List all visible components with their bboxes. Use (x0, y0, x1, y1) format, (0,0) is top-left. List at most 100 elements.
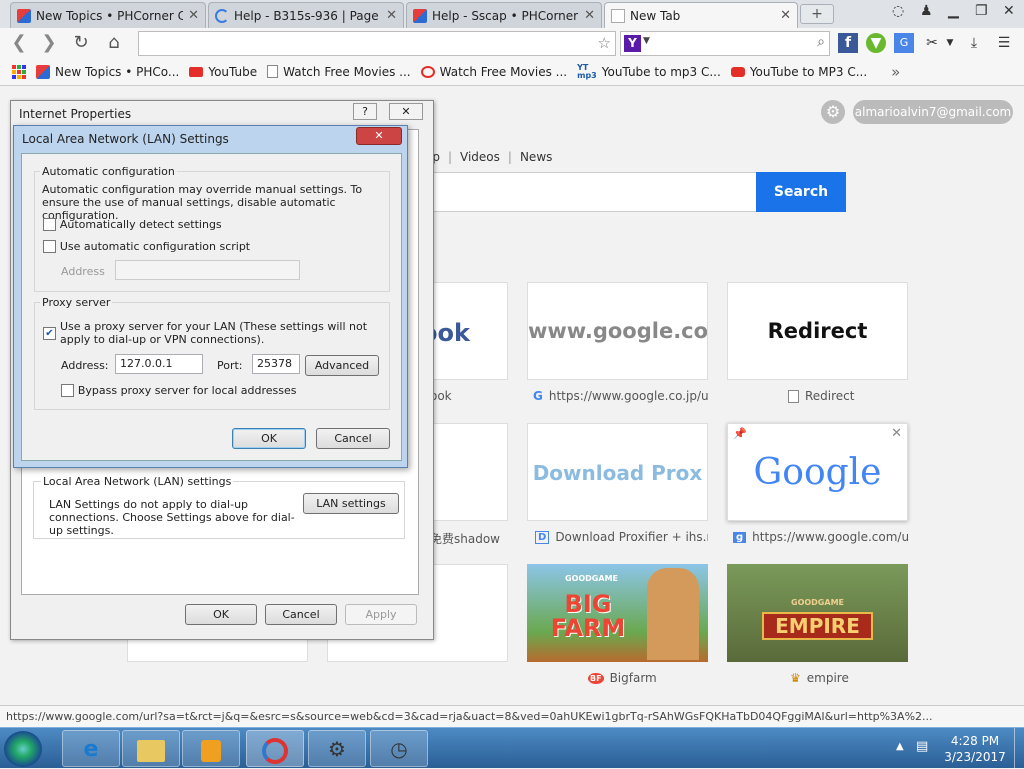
close-button[interactable]: ✕ (389, 103, 423, 120)
adblock-icon[interactable]: ▼ (866, 33, 886, 53)
script-address-input[interactable] (115, 260, 300, 280)
minimize-icon[interactable]: ▁ (948, 3, 959, 19)
tile-caption-text: Download Proxifier + ihs.ra (555, 530, 708, 544)
nav-link-news[interactable]: News (520, 150, 552, 164)
reload-icon[interactable]: ↻ (70, 32, 92, 53)
port-input[interactable]: 25378 (252, 354, 300, 374)
search-box[interactable]: Y ▼ ⌕ (620, 31, 830, 56)
show-desktop-button[interactable] (1014, 728, 1024, 769)
ytmp3-icon: YT mp3 (577, 62, 597, 80)
help-button[interactable]: ? (353, 103, 377, 120)
tile-caption: Redirect (788, 389, 855, 403)
bookmark-item[interactable]: Watch Free Movies ... (420, 65, 567, 79)
tile-caption-text: empire (806, 671, 849, 685)
account-pill[interactable]: almarioalvin7@gmail.com (853, 100, 1013, 124)
back-icon[interactable]: ❮ (8, 32, 30, 53)
tile-google-jp[interactable]: www.google.co (527, 282, 708, 380)
settings-app-icon[interactable]: ⚙ (308, 730, 366, 767)
auto-detect-checkbox[interactable] (43, 218, 56, 231)
google-g-icon: g (733, 531, 747, 543)
bookmark-star-icon[interactable]: ☆ (598, 34, 611, 52)
internet-explorer-icon[interactable]: e (62, 730, 120, 767)
tile-google[interactable]: 📌 ✕ Google (727, 423, 908, 521)
restore-icon[interactable]: ❐ (975, 3, 988, 19)
network-icon[interactable]: ▤ (916, 739, 928, 754)
address-bar[interactable]: ☆ (138, 31, 616, 56)
apps-icon[interactable] (12, 64, 26, 79)
tile-preview-text: Download Prox (532, 461, 703, 485)
start-button[interactable] (4, 731, 42, 767)
bookmark-label: YouTube (208, 64, 258, 79)
file-explorer-icon[interactable] (122, 730, 180, 767)
tile-redirect[interactable]: Redirect (727, 282, 908, 380)
tab-help-sscap[interactable]: Help - Sscap • PHCorner C ✕ (406, 2, 602, 28)
bookmark-item[interactable]: Watch Free Movies ... (267, 65, 411, 79)
forward-icon[interactable]: ❯ (38, 32, 60, 53)
auto-detect-checkbox-row[interactable]: Automatically detect settings (43, 217, 222, 231)
use-proxy-checkbox[interactable]: ✔ (43, 327, 56, 340)
speech-bubble-icon[interactable]: ◌ (892, 3, 904, 19)
gear-icon[interactable]: ⚙ (821, 100, 845, 124)
lan-settings-button[interactable]: LAN settings (303, 493, 399, 514)
shadowsocks-icon[interactable] (246, 730, 304, 767)
person-icon[interactable]: ♟ (920, 3, 933, 19)
pin-icon[interactable]: 📌 (733, 427, 747, 440)
facebook-icon[interactable]: f (838, 33, 858, 53)
chevron-down-icon[interactable]: ▼ (643, 36, 650, 46)
tile-caption: 免费shadow (430, 532, 500, 546)
clock-app-icon[interactable]: ◷ (370, 730, 428, 767)
tile-preview-text: Redirect (767, 319, 868, 343)
close-tab-icon[interactable]: ✕ (386, 8, 397, 23)
nav-link-videos[interactable]: Videos (460, 150, 500, 164)
menu-icon[interactable]: ☰ (994, 33, 1014, 53)
tile-caption: D Download Proxifier + ihs.ra (535, 530, 708, 544)
scissors-icon[interactable]: ✂ (922, 33, 942, 53)
taskbar-clock[interactable]: 4:28 PM 3/23/2017 (940, 733, 1010, 765)
bookmarks-overflow-icon[interactable]: » (891, 63, 900, 81)
auto-script-checkbox[interactable] (43, 240, 56, 253)
close-tab-icon[interactable]: ✕ (584, 8, 595, 23)
tile-download-proxifier[interactable]: Download Prox (527, 423, 708, 521)
tile-bigfarm[interactable]: GOODGAME BIG FARM (527, 564, 708, 662)
page-search-input[interactable] (425, 172, 757, 212)
close-button[interactable]: ✕ (356, 127, 402, 145)
bookmark-item[interactable]: YouTube to MP3 C... (730, 65, 867, 79)
cancel-button[interactable]: Cancel (316, 428, 390, 449)
close-tab-icon[interactable]: ✕ (188, 8, 199, 23)
red-circle-icon (420, 65, 435, 78)
tab-new-topics[interactable]: New Topics • PHCorner C ✕ (10, 2, 206, 28)
apply-button[interactable]: Apply (345, 604, 417, 625)
bypass-checkbox-row[interactable]: Bypass proxy server for local addresses (61, 383, 297, 397)
proxy-address-input[interactable]: 127.0.0.1 (115, 354, 203, 374)
new-tab-button[interactable]: + (800, 4, 834, 24)
tile-empire[interactable]: GOODGAME EMPIRE (727, 564, 908, 662)
search-icon[interactable]: ⌕ (817, 34, 825, 50)
bookmark-item[interactable]: YouTube (189, 65, 257, 79)
checkbox-label: Use a proxy server for your LAN (These s… (60, 320, 368, 346)
tab-help-b315s[interactable]: Help - B315s-936 | Page 3 ✕ (208, 2, 404, 28)
close-window-icon[interactable]: ✕ (1003, 3, 1015, 19)
translate-icon[interactable]: G (894, 33, 914, 53)
close-icon[interactable]: ✕ (891, 426, 902, 441)
yahoo-icon[interactable]: Y (624, 35, 641, 52)
chevron-down-icon[interactable]: ▼ (940, 33, 960, 53)
close-tab-icon[interactable]: ✕ (780, 8, 791, 23)
home-icon[interactable]: ⌂ (103, 32, 125, 53)
bookmark-item[interactable]: New Topics • PHCo... (36, 64, 179, 79)
cancel-button[interactable]: Cancel (265, 604, 337, 625)
chevron-up-icon[interactable]: ▲ (896, 741, 904, 752)
tab-title: Help - B315s-936 | Page 3 (234, 8, 382, 23)
bypass-checkbox[interactable] (61, 384, 74, 397)
download-icon[interactable]: ⤓ (964, 33, 984, 53)
ok-button[interactable]: OK (232, 428, 306, 449)
search-button[interactable]: Search (756, 172, 846, 212)
ok-button[interactable]: OK (185, 604, 257, 625)
d-icon: D (535, 530, 550, 544)
tab-new-tab[interactable]: New Tab ✕ (604, 2, 798, 28)
bookmark-item[interactable]: YT mp3 YouTube to mp3 C... (577, 62, 721, 80)
tile-preview-text: Google (753, 452, 882, 493)
media-player-icon[interactable] (182, 730, 240, 767)
auto-script-checkbox-row[interactable]: Use automatic configuration script (43, 239, 250, 253)
loading-spinner-icon (215, 8, 229, 23)
advanced-button[interactable]: Advanced (305, 355, 379, 376)
